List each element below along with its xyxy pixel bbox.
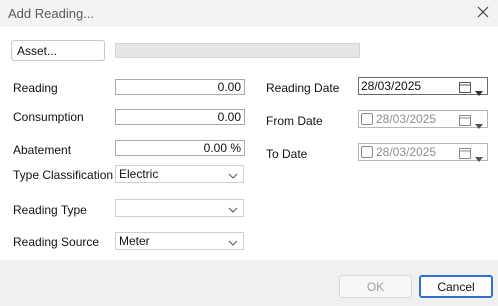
calendar-icon[interactable] xyxy=(459,81,471,93)
ok-button[interactable]: OK xyxy=(339,275,412,298)
reading-date-label: Reading Date xyxy=(266,81,340,95)
from-date-value: 28/03/2025 xyxy=(376,112,437,126)
cancel-button[interactable]: Cancel xyxy=(419,275,493,298)
window-title: Add Reading... xyxy=(8,6,95,21)
reading-source-value: Meter xyxy=(119,234,150,248)
from-date-checkbox[interactable] xyxy=(361,113,373,125)
close-icon[interactable] xyxy=(474,3,492,21)
reading-label: Reading xyxy=(13,81,58,95)
abatement-input[interactable]: 0.00 % xyxy=(115,140,245,156)
reading-type-select[interactable] xyxy=(115,199,244,217)
consumption-input[interactable]: 0.00 xyxy=(115,109,245,125)
type-classification-label: Type Classification xyxy=(13,168,114,182)
reading-source-label: Reading Source xyxy=(13,235,100,249)
dropdown-arrow-icon[interactable] xyxy=(475,84,483,96)
dropdown-arrow-icon[interactable] xyxy=(475,150,483,162)
to-date-checkbox[interactable] xyxy=(361,146,373,158)
to-date-value: 28/03/2025 xyxy=(376,145,437,159)
add-reading-dialog: Add Reading... Asset... Reading Consumpt… xyxy=(0,0,498,306)
chevron-down-icon xyxy=(228,236,238,246)
title-bar: Add Reading... xyxy=(0,0,498,27)
asset-button[interactable]: Asset... xyxy=(11,40,105,61)
from-date-label: From Date xyxy=(266,114,323,128)
reading-type-label: Reading Type xyxy=(13,203,87,217)
reading-input[interactable]: 0.00 xyxy=(115,79,245,95)
calendar-icon[interactable] xyxy=(459,147,471,159)
calendar-icon[interactable] xyxy=(459,114,471,126)
asset-value-field xyxy=(115,43,360,58)
reading-date-picker[interactable]: 28/03/2025 xyxy=(358,77,488,96)
chevron-down-icon xyxy=(228,169,238,179)
to-date-label: To Date xyxy=(266,147,308,161)
consumption-label: Consumption xyxy=(13,110,84,124)
to-date-picker[interactable]: 28/03/2025 xyxy=(358,143,488,162)
chevron-down-icon xyxy=(228,203,238,213)
dropdown-arrow-icon[interactable] xyxy=(475,117,483,129)
reading-date-value: 28/03/2025 xyxy=(361,79,422,93)
type-classification-value: Electric xyxy=(119,167,159,181)
from-date-picker[interactable]: 28/03/2025 xyxy=(358,110,488,129)
type-classification-select[interactable]: Electric xyxy=(115,165,244,183)
abatement-label: Abatement xyxy=(13,143,72,157)
reading-source-select[interactable]: Meter xyxy=(115,232,244,250)
